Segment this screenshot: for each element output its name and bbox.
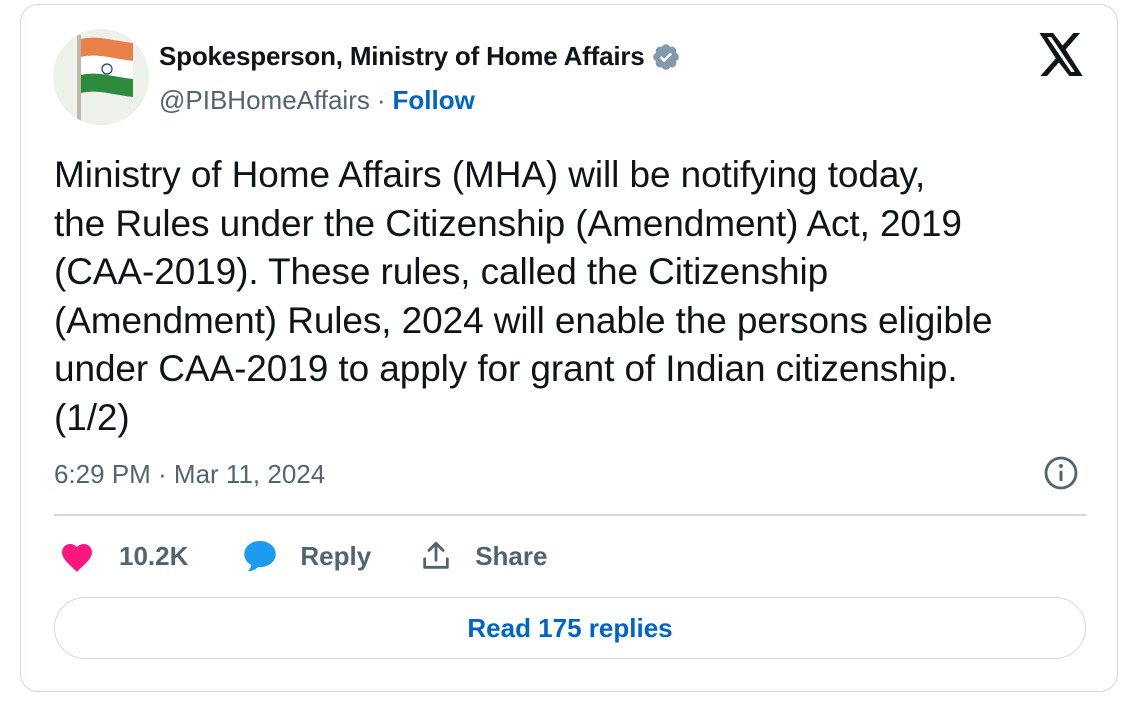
reply-label: Reply [300, 540, 372, 571]
verified-badge-icon [652, 43, 679, 70]
share-button[interactable]: Share [419, 539, 547, 573]
like-button[interactable]: 10.2K [59, 539, 188, 573]
avatar[interactable] [53, 29, 149, 125]
like-count: 10.2K [119, 540, 189, 571]
read-replies-button[interactable]: Read 175 replies [54, 597, 1086, 659]
share-icon [423, 541, 449, 569]
action-bar: 10.2K Reply Share [59, 535, 547, 577]
tweet-timestamp[interactable]: 6:29 PM · Mar 11, 2024 [54, 459, 325, 490]
heart-icon [62, 544, 92, 572]
share-label: Share [475, 540, 548, 571]
author-handle[interactable]: @PIBHomeAffairs [159, 85, 370, 116]
x-logo-icon[interactable] [1037, 33, 1085, 77]
separator-dot: · [376, 85, 386, 115]
tweet-embed-card: Spokesperson, Ministry of Home Affairs @… [20, 4, 1118, 692]
reply-bubble-icon [244, 541, 277, 572]
author-name-row: Spokesperson, Ministry of Home Affairs [159, 41, 681, 72]
tweet-text: Ministry of Home Affairs (MHA) will be n… [54, 154, 993, 438]
author-handle-row: @PIBHomeAffairs · Follow [159, 85, 475, 116]
info-icon[interactable] [1043, 455, 1079, 491]
follow-button[interactable]: Follow [393, 85, 475, 116]
author-display-name[interactable]: Spokesperson, Ministry of Home Affairs [159, 41, 645, 72]
divider [54, 514, 1086, 516]
reply-button[interactable]: Reply [242, 539, 371, 573]
indian-flag-avatar-image [53, 29, 149, 125]
